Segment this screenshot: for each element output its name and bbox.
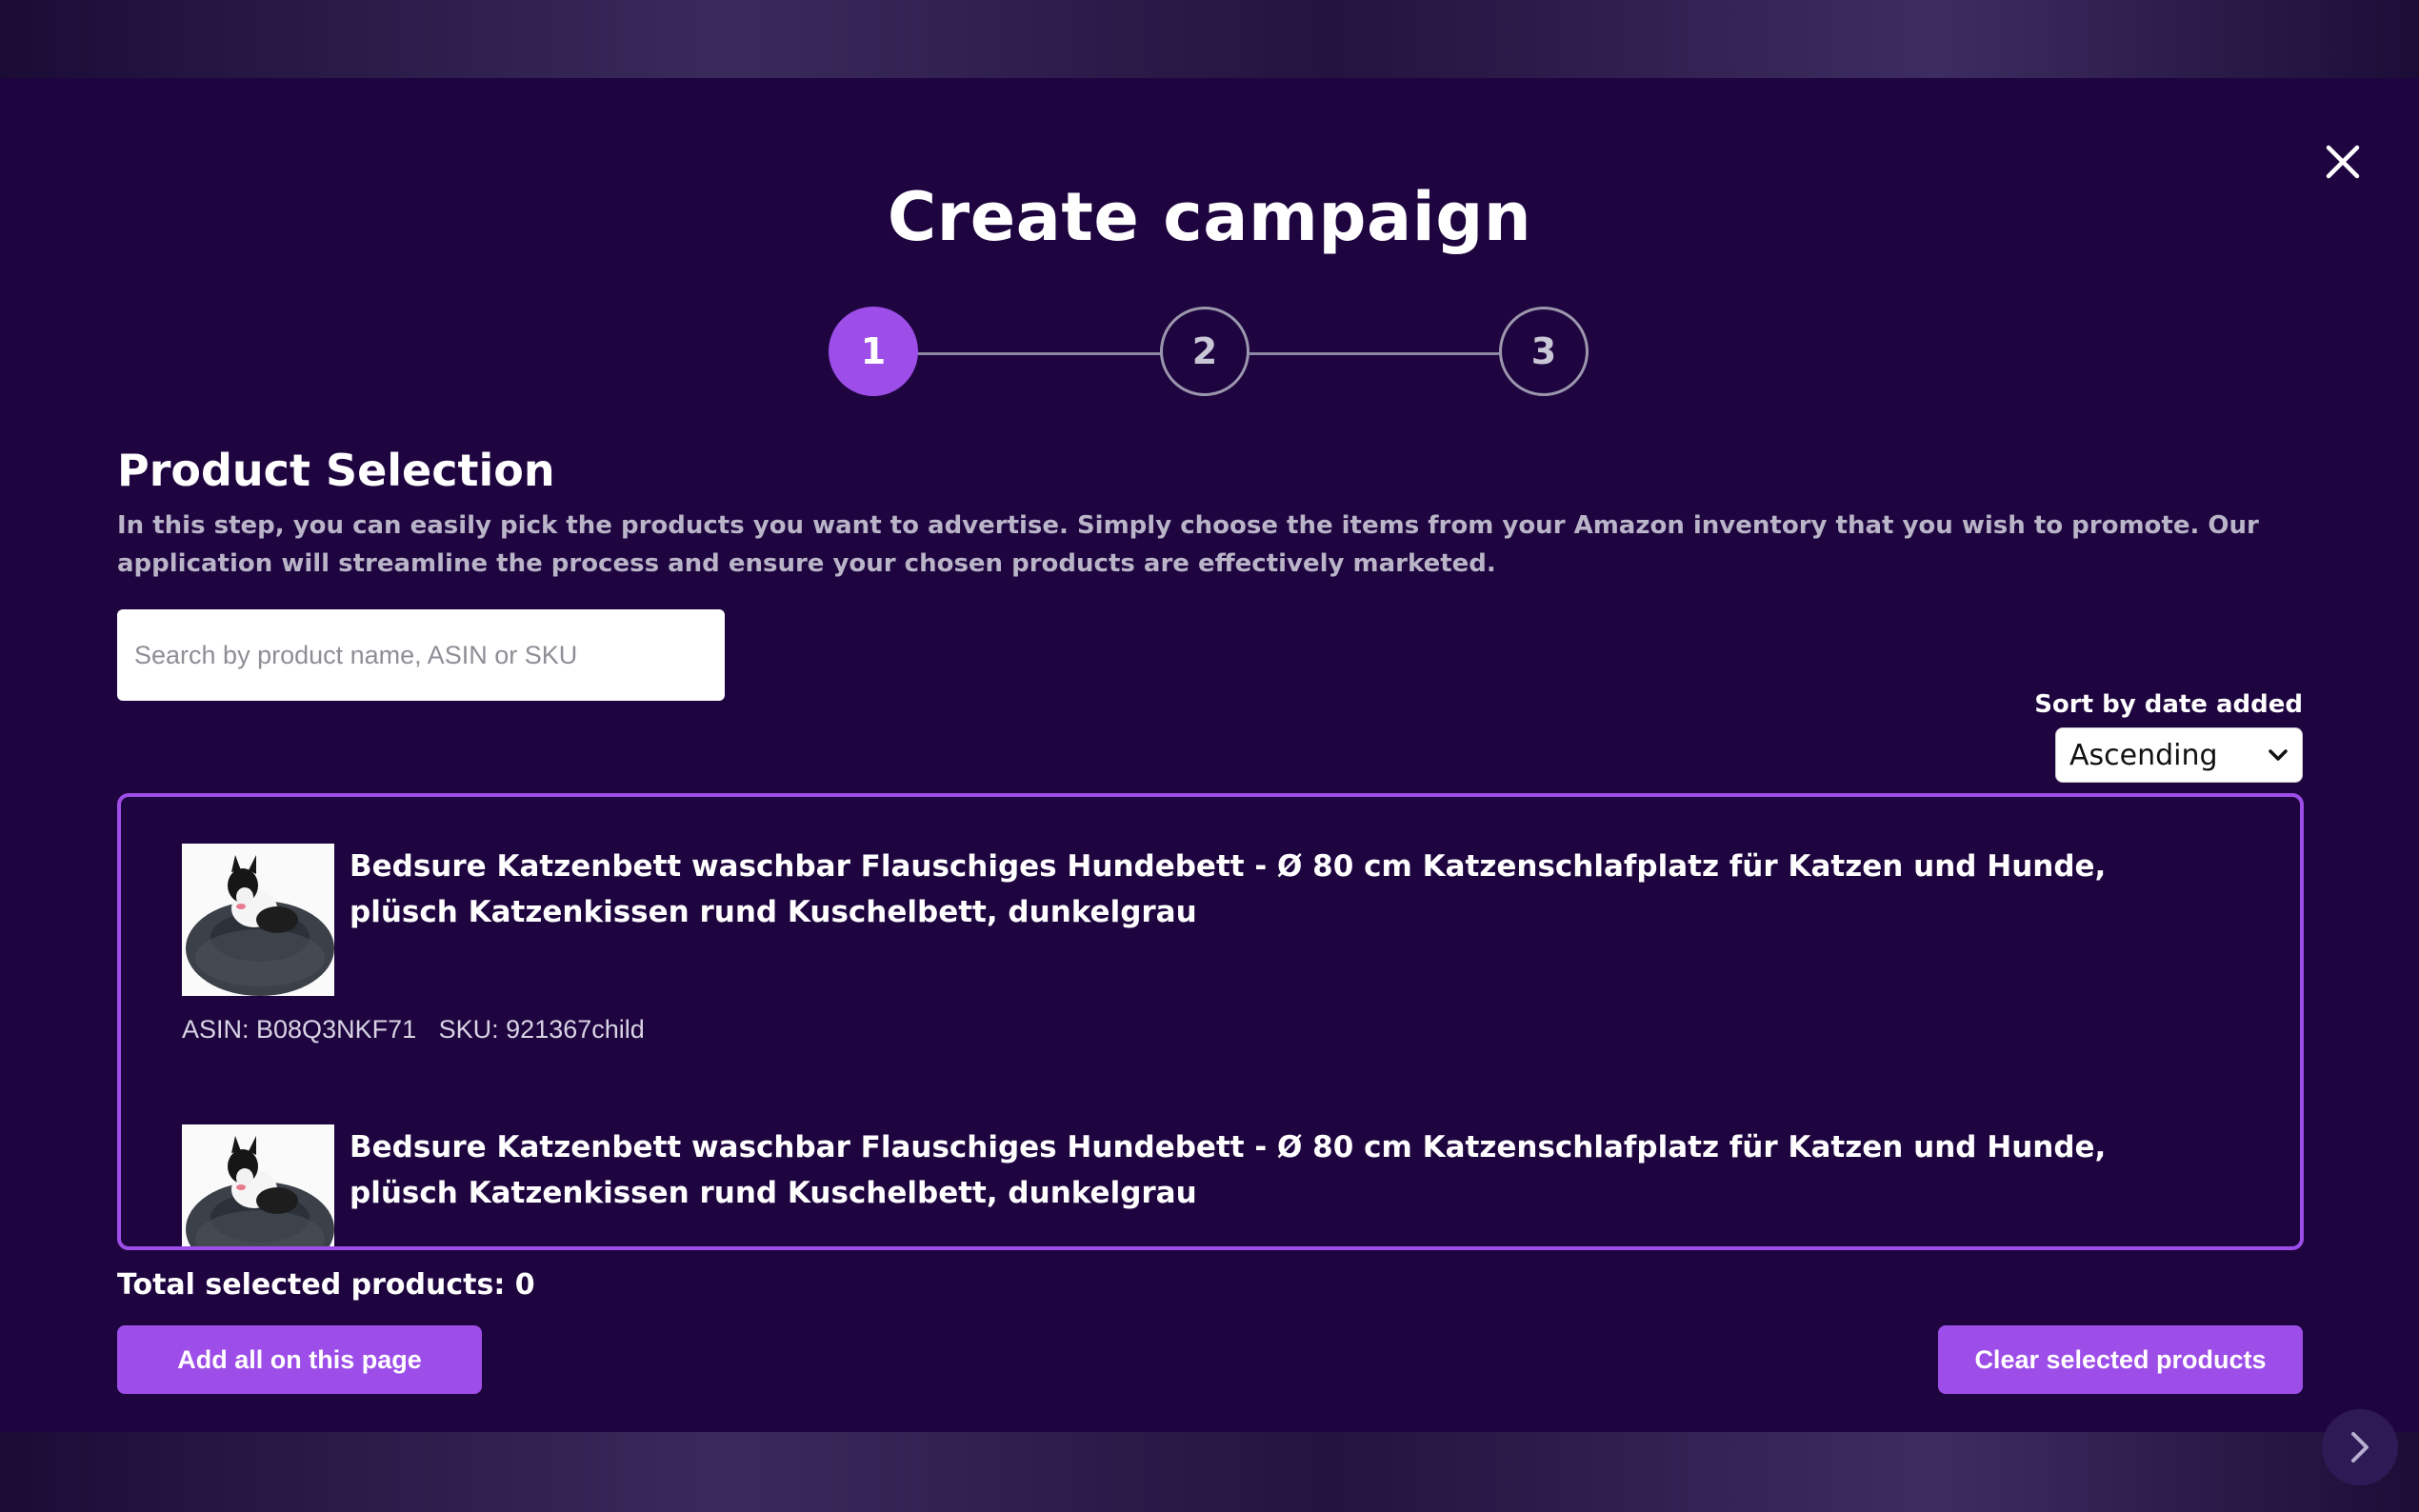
chevron-right-icon — [2351, 1432, 2369, 1462]
step-3[interactable]: 3 — [1499, 307, 1589, 396]
sort-select[interactable]: Ascending — [2055, 727, 2303, 783]
product-title: Bedsure Katzenbett waschbar Flauschiges … — [350, 1130, 2107, 1210]
modal-title: Create campaign — [887, 178, 1532, 256]
product-title: Bedsure Katzenbett waschbar Flauschiges … — [350, 849, 2107, 929]
product-thumbnail — [182, 844, 334, 996]
sort-label: Sort by date added — [2034, 690, 2303, 719]
stepper: 1 2 3 — [0, 307, 2419, 400]
total-selected-products: Total selected products: 0 — [117, 1268, 535, 1302]
product-item[interactable]: Bedsure Katzenbett waschbar Flauschiges … — [182, 844, 2229, 1053]
product-list[interactable]: Bedsure Katzenbett waschbar Flauschiges … — [117, 793, 2304, 1250]
step-connector — [1249, 352, 1501, 355]
product-sku: SKU: 921367child — [438, 1015, 645, 1044]
product-thumbnail — [182, 1124, 334, 1246]
create-campaign-modal: Create campaign 1 2 3 Product Selection … — [0, 78, 2419, 1485]
close-icon — [2326, 145, 2360, 179]
section-description: In this step, you can easily pick the pr… — [117, 511, 2259, 578]
add-all-button[interactable]: Add all on this page — [117, 1325, 482, 1394]
product-search-input[interactable] — [117, 609, 725, 701]
product-item[interactable]: Bedsure Katzenbett waschbar Flauschiges … — [182, 1124, 2229, 1246]
product-asin: ASIN: B08Q3NKF71 — [182, 1015, 417, 1044]
product-meta: ASIN: B08Q3NKF71 SKU: 921367child — [182, 1015, 660, 1044]
step-2[interactable]: 2 — [1160, 307, 1249, 396]
next-step-button[interactable] — [2322, 1409, 2398, 1485]
sort-selected-value: Ascending — [2069, 738, 2218, 772]
clear-selected-button[interactable]: Clear selected products — [1938, 1325, 2303, 1394]
section-title: Product Selection — [117, 445, 555, 496]
step-1[interactable]: 1 — [829, 307, 918, 396]
step-connector — [912, 352, 1162, 355]
chevron-down-icon — [2269, 749, 2288, 761]
